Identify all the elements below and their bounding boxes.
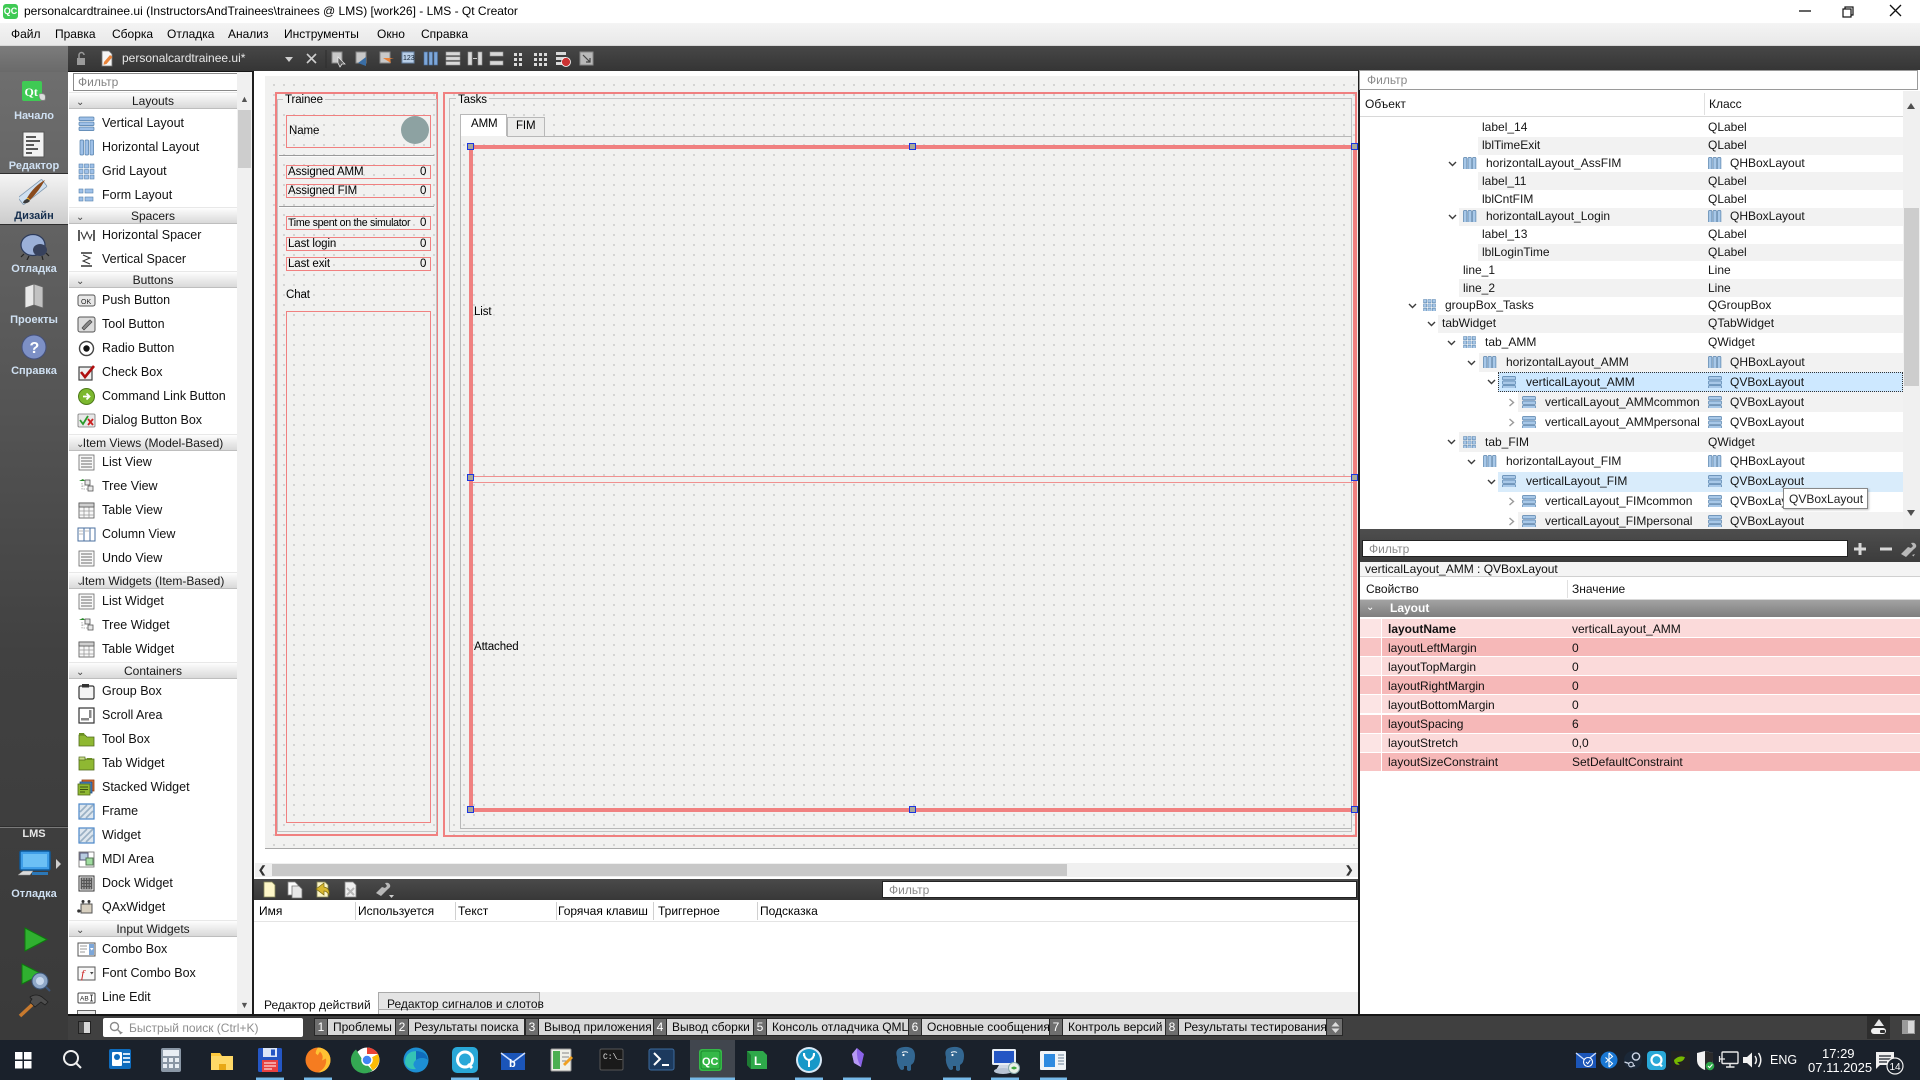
svg-text:07.11.2025: 07.11.2025	[1808, 1060, 1872, 1075]
svg-text:Qt: Qt	[25, 85, 38, 99]
svg-text:14: 14	[1890, 1062, 1902, 1073]
svg-text:C:\_: C:\_	[603, 1053, 622, 1062]
svg-text:QC: QC	[702, 1056, 719, 1068]
svg-text:ENG: ENG	[1770, 1053, 1797, 1067]
svg-text:17:29: 17:29	[1822, 1046, 1855, 1061]
svg-text:b: b	[509, 1058, 516, 1070]
svg-text:123: 123	[403, 55, 415, 62]
svg-text:?: ?	[30, 340, 40, 357]
svg-text:L: L	[754, 1054, 761, 1068]
